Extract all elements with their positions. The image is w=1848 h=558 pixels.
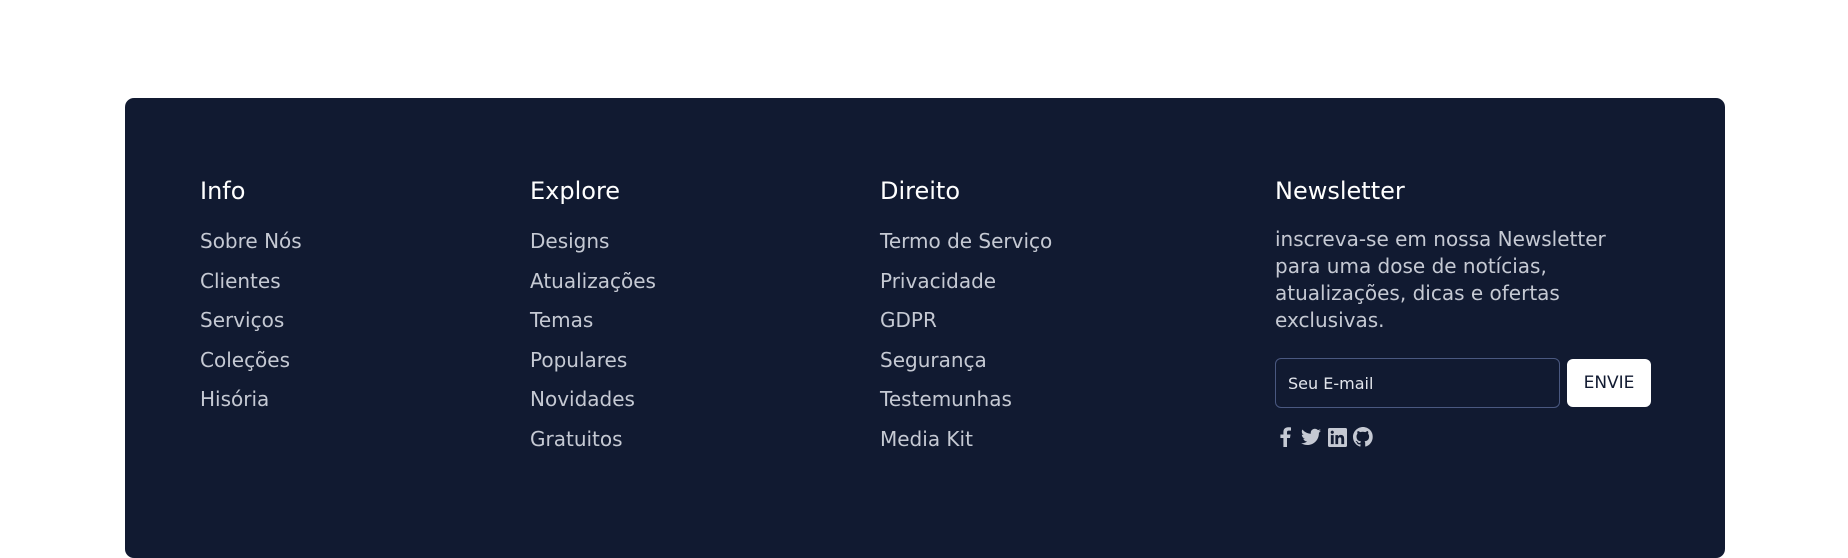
link-historia[interactable]: Hisória [200, 387, 269, 411]
link-sobre-nos[interactable]: Sobre Nós [200, 229, 302, 253]
twitter-icon[interactable] [1301, 426, 1321, 448]
link-servicos[interactable]: Serviços [200, 308, 284, 332]
link-testemunhas[interactable]: Testemunhas [880, 387, 1012, 411]
column-title-direito: Direito [880, 177, 961, 205]
link-seguranca[interactable]: Segurança [880, 348, 987, 372]
link-media-kit[interactable]: Media Kit [880, 427, 973, 451]
footer-column-info: Info Sobre Nós Clientes Serviços Coleçõe… [200, 176, 500, 424]
direito-link-list: Termo de Serviço Privacidade GDPR Segura… [880, 226, 1260, 463]
explore-link-list: Designs Atualizações Temas Populares Nov… [530, 226, 850, 463]
footer-column-newsletter: Newsletter inscreva-se em nossa Newslett… [1275, 176, 1675, 448]
facebook-icon[interactable] [1275, 426, 1295, 448]
github-icon[interactable] [1353, 426, 1373, 448]
link-temas[interactable]: Temas [530, 308, 593, 332]
newsletter-description: inscreva-se em nossa Newsletter para uma… [1275, 227, 1606, 332]
link-clientes[interactable]: Clientes [200, 269, 281, 293]
linkedin-icon[interactable] [1327, 426, 1347, 448]
column-title-newsletter: Newsletter [1275, 177, 1405, 205]
footer-column-direito: Direito Termo de Serviço Privacidade GDP… [880, 176, 1260, 463]
column-title-explore: Explore [530, 177, 621, 205]
link-gdpr[interactable]: GDPR [880, 308, 937, 332]
info-link-list: Sobre Nós Clientes Serviços Coleções His… [200, 226, 500, 424]
link-privacidade[interactable]: Privacidade [880, 269, 996, 293]
email-input[interactable] [1275, 358, 1560, 408]
link-colecoes[interactable]: Coleções [200, 348, 290, 372]
footer-column-explore: Explore Designs Atualizações Temas Popul… [530, 176, 850, 463]
link-termo-de-servico[interactable]: Termo de Serviço [880, 229, 1052, 253]
link-populares[interactable]: Populares [530, 348, 627, 372]
site-footer: Info Sobre Nós Clientes Serviços Coleçõe… [125, 98, 1725, 558]
newsletter-form: ENVIE [1275, 358, 1675, 408]
column-title-info: Info [200, 177, 246, 205]
link-novidades[interactable]: Novidades [530, 387, 635, 411]
social-links [1275, 426, 1675, 448]
link-atualizacoes[interactable]: Atualizações [530, 269, 656, 293]
send-button[interactable]: ENVIE [1567, 359, 1651, 407]
link-gratuitos[interactable]: Gratuitos [530, 427, 623, 451]
link-designs[interactable]: Designs [530, 229, 609, 253]
